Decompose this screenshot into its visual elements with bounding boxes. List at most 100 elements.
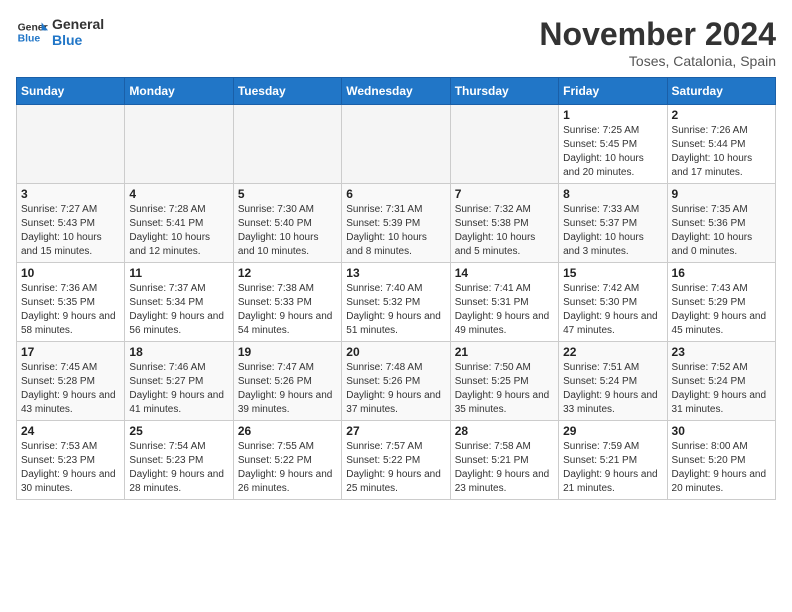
- svg-text:Blue: Blue: [18, 34, 41, 45]
- day-number: 29: [563, 424, 662, 438]
- day-number: 20: [346, 345, 445, 359]
- day-number: 11: [129, 266, 228, 280]
- day-number: 13: [346, 266, 445, 280]
- day-info: Sunrise: 7:32 AM Sunset: 5:38 PM Dayligh…: [455, 203, 554, 259]
- day-number: 22: [563, 345, 662, 359]
- calendar-cell: 12 Sunrise: 7:38 AM Sunset: 5:33 PM Dayli…: [233, 263, 341, 342]
- calendar-cell: [17, 105, 125, 184]
- day-number: 2: [672, 108, 771, 122]
- calendar-cell: 3 Sunrise: 7:27 AM Sunset: 5:43 PM Daylig…: [17, 184, 125, 263]
- day-number: 1: [563, 108, 662, 122]
- day-number: 6: [346, 187, 445, 201]
- day-number: 3: [21, 187, 120, 201]
- day-number: 18: [129, 345, 228, 359]
- day-number: 10: [21, 266, 120, 280]
- day-info: Sunrise: 7:37 AM Sunset: 5:34 PM Dayligh…: [129, 282, 228, 338]
- day-number: 26: [238, 424, 337, 438]
- calendar-cell: [125, 105, 233, 184]
- day-number: 12: [238, 266, 337, 280]
- day-number: 8: [563, 187, 662, 201]
- calendar-cell: 20 Sunrise: 7:48 AM Sunset: 5:26 PM Dayli…: [342, 342, 450, 421]
- weekday-header-tuesday: Tuesday: [233, 78, 341, 105]
- day-number: 25: [129, 424, 228, 438]
- logo-icon: General Blue: [16, 16, 48, 48]
- calendar-cell: 2Sunrise: 7:26 AM Sunset: 5:44 PM Daylig…: [667, 105, 775, 184]
- day-info: Sunrise: 7:46 AM Sunset: 5:27 PM Dayligh…: [129, 361, 228, 417]
- day-info: Sunrise: 7:43 AM Sunset: 5:29 PM Dayligh…: [672, 282, 771, 338]
- calendar-cell: 9 Sunrise: 7:35 AM Sunset: 5:36 PM Daylig…: [667, 184, 775, 263]
- day-info: Sunrise: 7:55 AM Sunset: 5:22 PM Dayligh…: [238, 440, 337, 496]
- day-info: Sunrise: 7:30 AM Sunset: 5:40 PM Dayligh…: [238, 203, 337, 259]
- day-number: 14: [455, 266, 554, 280]
- day-info: Sunrise: 7:57 AM Sunset: 5:22 PM Dayligh…: [346, 440, 445, 496]
- day-number: 28: [455, 424, 554, 438]
- day-info: Sunrise: 7:54 AM Sunset: 5:23 PM Dayligh…: [129, 440, 228, 496]
- calendar-cell: 18 Sunrise: 7:46 AM Sunset: 5:27 PM Dayli…: [125, 342, 233, 421]
- week-row-3: 10Sunrise: 7:36 AM Sunset: 5:35 PM Dayli…: [17, 263, 776, 342]
- location-subtitle: Toses, Catalonia, Spain: [539, 53, 776, 69]
- day-info: Sunrise: 7:42 AM Sunset: 5:30 PM Dayligh…: [563, 282, 662, 338]
- day-info: Sunrise: 7:28 AM Sunset: 5:41 PM Dayligh…: [129, 203, 228, 259]
- day-info: Sunrise: 8:00 AM Sunset: 5:20 PM Dayligh…: [672, 440, 771, 496]
- calendar-cell: 7 Sunrise: 7:32 AM Sunset: 5:38 PM Daylig…: [450, 184, 558, 263]
- calendar-cell: 10Sunrise: 7:36 AM Sunset: 5:35 PM Dayli…: [17, 263, 125, 342]
- day-info: Sunrise: 7:35 AM Sunset: 5:36 PM Dayligh…: [672, 203, 771, 259]
- day-number: 21: [455, 345, 554, 359]
- calendar-cell: [450, 105, 558, 184]
- calendar-cell: 15 Sunrise: 7:42 AM Sunset: 5:30 PM Dayli…: [559, 263, 667, 342]
- calendar-cell: 5 Sunrise: 7:30 AM Sunset: 5:40 PM Daylig…: [233, 184, 341, 263]
- day-info: Sunrise: 7:33 AM Sunset: 5:37 PM Dayligh…: [563, 203, 662, 259]
- day-info: Sunrise: 7:52 AM Sunset: 5:24 PM Dayligh…: [672, 361, 771, 417]
- week-row-4: 17 Sunrise: 7:45 AM Sunset: 5:28 PM Dayli…: [17, 342, 776, 421]
- weekday-header-row: SundayMondayTuesdayWednesdayThursdayFrid…: [17, 78, 776, 105]
- logo: General Blue GeneralBlue: [16, 16, 104, 48]
- calendar-cell: 25 Sunrise: 7:54 AM Sunset: 5:23 PM Dayli…: [125, 421, 233, 500]
- calendar-cell: 29 Sunrise: 7:59 AM Sunset: 5:21 PM Dayli…: [559, 421, 667, 500]
- day-info: Sunrise: 7:59 AM Sunset: 5:21 PM Dayligh…: [563, 440, 662, 496]
- day-info: Sunrise: 7:58 AM Sunset: 5:21 PM Dayligh…: [455, 440, 554, 496]
- calendar-cell: 16 Sunrise: 7:43 AM Sunset: 5:29 PM Dayli…: [667, 263, 775, 342]
- weekday-header-saturday: Saturday: [667, 78, 775, 105]
- logo-text: GeneralBlue: [52, 16, 104, 48]
- calendar-cell: 17 Sunrise: 7:45 AM Sunset: 5:28 PM Dayli…: [17, 342, 125, 421]
- day-number: 23: [672, 345, 771, 359]
- day-info: Sunrise: 7:51 AM Sunset: 5:24 PM Dayligh…: [563, 361, 662, 417]
- day-number: 24: [21, 424, 120, 438]
- day-number: 30: [672, 424, 771, 438]
- calendar-cell: 21 Sunrise: 7:50 AM Sunset: 5:25 PM Dayli…: [450, 342, 558, 421]
- day-number: 15: [563, 266, 662, 280]
- calendar-table: SundayMondayTuesdayWednesdayThursdayFrid…: [16, 77, 776, 500]
- day-info: Sunrise: 7:48 AM Sunset: 5:26 PM Dayligh…: [346, 361, 445, 417]
- calendar-cell: 26 Sunrise: 7:55 AM Sunset: 5:22 PM Dayli…: [233, 421, 341, 500]
- calendar-header: SundayMondayTuesdayWednesdayThursdayFrid…: [17, 78, 776, 105]
- calendar-cell: 28 Sunrise: 7:58 AM Sunset: 5:21 PM Dayli…: [450, 421, 558, 500]
- week-row-5: 24 Sunrise: 7:53 AM Sunset: 5:23 PM Dayli…: [17, 421, 776, 500]
- calendar-cell: 4 Sunrise: 7:28 AM Sunset: 5:41 PM Daylig…: [125, 184, 233, 263]
- weekday-header-wednesday: Wednesday: [342, 78, 450, 105]
- day-info: Sunrise: 7:38 AM Sunset: 5:33 PM Dayligh…: [238, 282, 337, 338]
- day-info: Sunrise: 7:31 AM Sunset: 5:39 PM Dayligh…: [346, 203, 445, 259]
- day-number: 17: [21, 345, 120, 359]
- day-number: 7: [455, 187, 554, 201]
- day-number: 16: [672, 266, 771, 280]
- calendar-cell: 19Sunrise: 7:47 AM Sunset: 5:26 PM Dayli…: [233, 342, 341, 421]
- calendar-cell: 6 Sunrise: 7:31 AM Sunset: 5:39 PM Daylig…: [342, 184, 450, 263]
- day-info: Sunrise: 7:45 AM Sunset: 5:28 PM Dayligh…: [21, 361, 120, 417]
- day-number: 4: [129, 187, 228, 201]
- calendar-cell: 30 Sunrise: 8:00 AM Sunset: 5:20 PM Dayli…: [667, 421, 775, 500]
- day-info: Sunrise: 7:40 AM Sunset: 5:32 PM Dayligh…: [346, 282, 445, 338]
- day-number: 5: [238, 187, 337, 201]
- calendar-cell: 22 Sunrise: 7:51 AM Sunset: 5:24 PM Dayli…: [559, 342, 667, 421]
- title-block: November 2024 Toses, Catalonia, Spain: [539, 16, 776, 69]
- day-info: Sunrise: 7:41 AM Sunset: 5:31 PM Dayligh…: [455, 282, 554, 338]
- day-number: 9: [672, 187, 771, 201]
- day-info: Sunrise: 7:47 AM Sunset: 5:26 PM Dayligh…: [238, 361, 337, 417]
- calendar-cell: [342, 105, 450, 184]
- day-info: Sunrise: 7:27 AM Sunset: 5:43 PM Dayligh…: [21, 203, 120, 259]
- day-info: Sunrise: 7:53 AM Sunset: 5:23 PM Dayligh…: [21, 440, 120, 496]
- calendar-cell: 8 Sunrise: 7:33 AM Sunset: 5:37 PM Daylig…: [559, 184, 667, 263]
- day-info: Sunrise: 7:50 AM Sunset: 5:25 PM Dayligh…: [455, 361, 554, 417]
- weekday-header-friday: Friday: [559, 78, 667, 105]
- weekday-header-thursday: Thursday: [450, 78, 558, 105]
- week-row-1: 1Sunrise: 7:25 AM Sunset: 5:45 PM Daylig…: [17, 105, 776, 184]
